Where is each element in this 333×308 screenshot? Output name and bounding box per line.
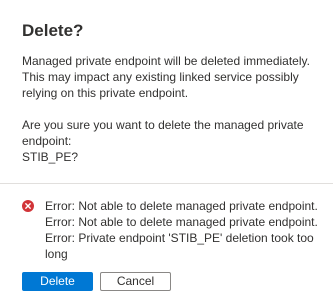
error-line: long	[45, 247, 68, 261]
cancel-button[interactable]: Cancel	[100, 272, 171, 291]
confirm-line: STIB_PE?	[22, 150, 79, 164]
divider	[0, 183, 333, 184]
dialog-title: Delete?	[22, 21, 84, 40]
error-line: Error: Not able to delete managed privat…	[45, 199, 318, 213]
message-line: relying on this private endpoint.	[22, 86, 189, 100]
message-line: This may impact any existing linked serv…	[22, 70, 299, 84]
error-line: Error: Not able to delete managed privat…	[45, 215, 318, 229]
message-line: Managed private endpoint will be deleted…	[22, 54, 310, 68]
delete-button[interactable]: Delete	[22, 272, 93, 291]
delete-dialog: Delete? Managed private endpoint will be…	[0, 0, 333, 308]
error-text: Error: Not able to delete managed privat…	[45, 198, 327, 262]
dialog-confirm-question: Are you sure you want to delete the mana…	[22, 117, 322, 165]
error-circle-icon	[22, 200, 34, 212]
error-line: Error: Private endpoint 'STIB_PE' deleti…	[45, 231, 314, 245]
confirm-line: endpoint:	[22, 134, 72, 148]
confirm-line: Are you sure you want to delete the mana…	[22, 118, 304, 132]
dialog-message: Managed private endpoint will be deleted…	[22, 53, 322, 101]
